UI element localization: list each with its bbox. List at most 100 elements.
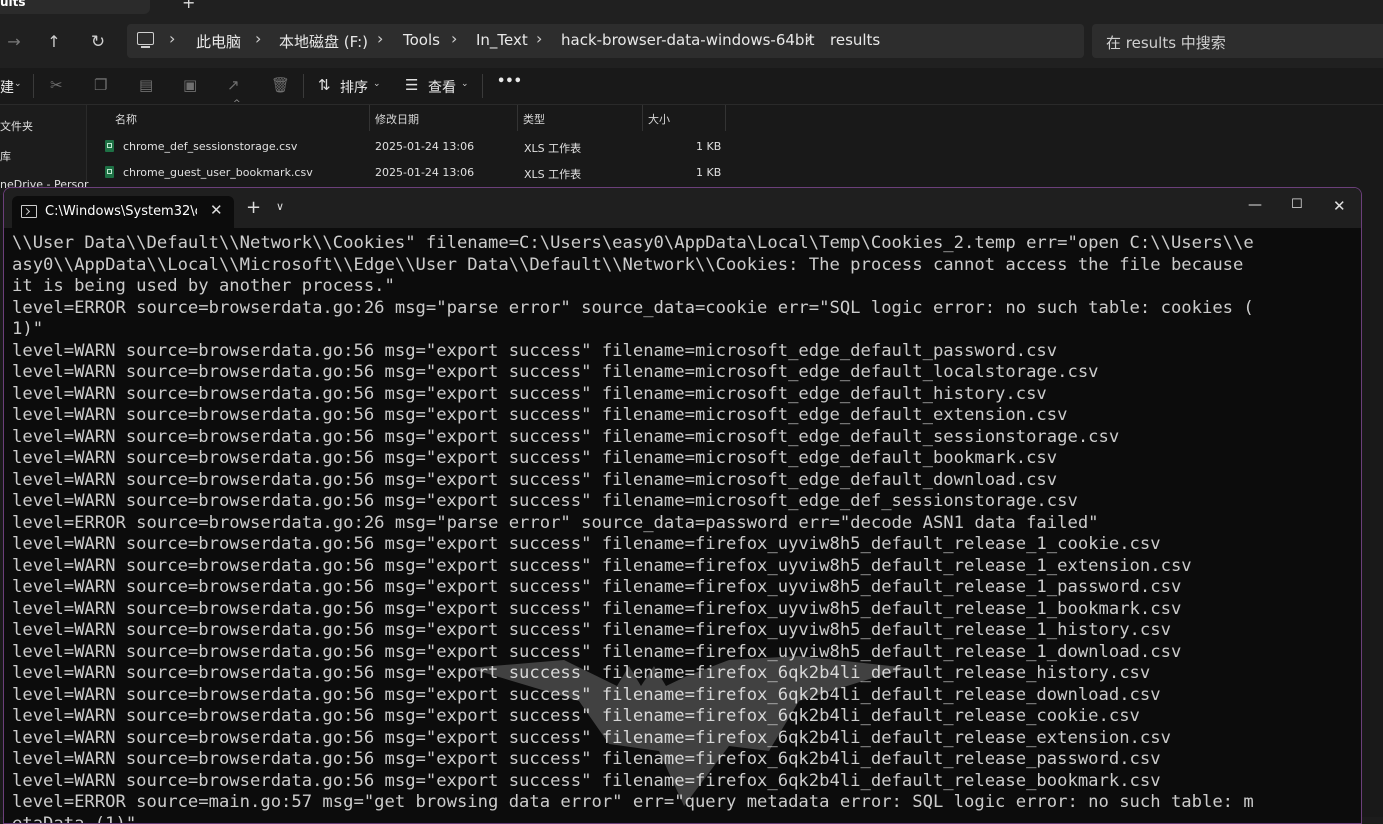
terminal-line: level=WARN source=browserdata.go:56 msg=… (12, 427, 1352, 449)
column-divider[interactable] (725, 105, 726, 131)
sidebar-item-library[interactable]: 库 (0, 148, 11, 164)
chevron-right-icon: › (255, 29, 261, 48)
navigation-pane: 文件夹 库 neDrive - Persor (0, 105, 87, 195)
file-name: chrome_guest_user_bookmark.csv (123, 166, 313, 179)
refresh-icon[interactable]: ↻ (84, 28, 112, 56)
breadcrumb-hack-browser-data[interactable]: hack-browser-data-windows-64bit (561, 31, 815, 49)
breadcrumb-results[interactable]: results (830, 31, 880, 49)
terminal-line: level=WARN source=browserdata.go:56 msg=… (12, 556, 1352, 578)
forward-arrow-icon[interactable]: → (0, 28, 28, 56)
terminal-line: level=WARN source=browserdata.go:56 msg=… (12, 534, 1352, 556)
chevron-down-icon: ⌄ (373, 79, 381, 89)
column-divider[interactable] (642, 105, 643, 131)
terminal-line: level=WARN source=browserdata.go:56 msg=… (12, 362, 1352, 384)
sidebar-item-folders[interactable]: 文件夹 (0, 118, 33, 134)
chevron-right-icon: › (805, 29, 811, 48)
column-header-type[interactable]: 类型 (523, 111, 545, 127)
terminal-tab-title: C:\Windows\System32\cmd.exe (45, 204, 197, 219)
breadcrumb-tools[interactable]: Tools (403, 31, 440, 49)
terminal-line: level=ERROR source=browserdata.go:26 msg… (12, 513, 1352, 535)
file-modified: 2025-01-24 13:06 (375, 166, 474, 179)
column-header-name[interactable]: 名称 (115, 111, 137, 127)
close-tab-icon[interactable]: ✕ (210, 201, 223, 219)
divider (303, 74, 304, 98)
file-list: 名称 ^ 修改日期 类型 大小 chrome_def_sessionstorag… (87, 105, 1383, 195)
terminal-line: level=WARN source=browserdata.go:56 msg=… (12, 405, 1352, 427)
terminal-line: \\User Data\\Default\\Network\\Cookies" … (12, 233, 1352, 255)
spreadsheet-file-icon (105, 166, 114, 178)
view-button[interactable]: 查看 (428, 77, 456, 97)
new-button[interactable]: 建 (0, 77, 14, 97)
terminal-line: it is being used by another process." (12, 276, 1352, 298)
column-header-size[interactable]: 大小 (648, 111, 670, 127)
chevron-down-icon[interactable]: ∨ (276, 200, 284, 213)
terminal-line: level=WARN source=browserdata.go:56 msg=… (12, 728, 1352, 750)
explorer-tab-title: ults (0, 0, 26, 9)
explorer-tab-bar: ults + (0, 0, 1383, 14)
copy-icon[interactable]: ❐ (94, 76, 107, 94)
terminal-line: level=WARN source=browserdata.go:56 msg=… (12, 749, 1352, 771)
divider (33, 74, 34, 98)
terminal-tab[interactable]: C:\Windows\System32\cmd.exe ✕ (12, 196, 234, 228)
file-row[interactable]: chrome_def_sessionstorage.csv 2025-01-24… (87, 134, 1383, 160)
minimize-icon[interactable]: — (1248, 197, 1262, 213)
up-arrow-icon[interactable]: ↑ (40, 28, 68, 56)
chevron-right-icon: › (451, 29, 457, 48)
breadcrumb-in-text[interactable]: In_Text (476, 31, 528, 49)
cut-icon[interactable]: ✂ (50, 76, 63, 94)
terminal-line: level=WARN source=browserdata.go:56 msg=… (12, 685, 1352, 707)
file-modified: 2025-01-24 13:06 (375, 140, 474, 153)
terminal-line: level=WARN source=browserdata.go:56 msg=… (12, 448, 1352, 470)
terminal-line: level=ERROR source=browserdata.go:26 msg… (12, 298, 1352, 320)
file-type: XLS 工作表 (524, 140, 581, 156)
column-divider[interactable] (369, 105, 370, 131)
breadcrumb-this-pc[interactable]: 此电脑 (196, 31, 241, 52)
delete-icon[interactable]: 🗑 (271, 76, 290, 94)
file-name: chrome_def_sessionstorage.csv (123, 140, 297, 153)
terminal-line: 1)" (12, 319, 1352, 341)
terminal-line: level=WARN source=browserdata.go:56 msg=… (12, 491, 1352, 513)
terminal-line: level=WARN source=browserdata.go:56 msg=… (12, 642, 1352, 664)
chevron-down-icon: ⌄ (461, 79, 469, 89)
terminal-line: level=WARN source=browserdata.go:56 msg=… (12, 771, 1352, 793)
paste-icon[interactable]: ▤ (139, 76, 153, 94)
terminal-line: level=ERROR source=main.go:57 msg="get b… (12, 792, 1352, 814)
chevron-right-icon: › (536, 29, 542, 48)
file-type: XLS 工作表 (524, 166, 581, 182)
command-bar: 建 ⌄ ✂ ❐ ▤ ▣ ↗ 🗑 ⇅ 排序 ⌄ ☰ 查看 ⌄ ••• (0, 68, 1383, 105)
search-placeholder: 在 results 中搜索 (1106, 32, 1226, 53)
column-header-modified[interactable]: 修改日期 (375, 111, 419, 127)
breadcrumb-local-disk[interactable]: 本地磁盘 (F:) (279, 31, 368, 52)
column-divider[interactable] (517, 105, 518, 131)
explorer-tab[interactable]: ults (0, 0, 150, 14)
file-size: 1 KB (696, 166, 721, 179)
maximize-icon[interactable]: ☐ (1291, 197, 1303, 212)
terminal-line: level=WARN source=browserdata.go:56 msg=… (12, 663, 1352, 685)
file-row[interactable]: chrome_guest_user_bookmark.csv 2025-01-2… (87, 160, 1383, 186)
sort-icon[interactable]: ⇅ (318, 76, 331, 94)
computer-icon (137, 32, 154, 45)
terminal-window: C:\Windows\System32\cmd.exe ✕ + ∨ — ☐ ✕ … (3, 187, 1362, 824)
new-tab-icon[interactable]: + (246, 197, 261, 218)
terminal-line: level=WARN source=browserdata.go:56 msg=… (12, 599, 1352, 621)
explorer-new-tab-button[interactable]: + (182, 0, 195, 12)
view-icon[interactable]: ☰ (405, 76, 418, 94)
terminal-line: level=WARN source=browserdata.go:56 msg=… (12, 470, 1352, 492)
command-prompt-icon (21, 205, 37, 218)
rename-icon[interactable]: ▣ (183, 76, 197, 94)
chevron-right-icon: › (169, 29, 175, 48)
close-window-icon[interactable]: ✕ (1333, 197, 1346, 215)
explorer-nav-bar: → ↑ ↻ › 此电脑 › 本地磁盘 (F:) › Tools › In_Tex… (0, 14, 1383, 68)
divider (482, 74, 483, 98)
address-bar[interactable]: › 此电脑 › 本地磁盘 (F:) › Tools › In_Text › ha… (127, 24, 1084, 58)
sort-indicator-icon: ^ (233, 99, 241, 109)
share-icon[interactable]: ↗ (227, 76, 240, 94)
terminal-output[interactable]: \\User Data\\Default\\Network\\Cookies" … (12, 233, 1352, 824)
terminal-line: level=WARN source=browserdata.go:56 msg=… (12, 620, 1352, 642)
search-box[interactable]: 在 results 中搜索 (1092, 24, 1383, 58)
spreadsheet-file-icon (105, 140, 114, 152)
sort-button[interactable]: 排序 (340, 77, 368, 97)
more-options-button[interactable]: ••• (497, 74, 522, 89)
terminal-title-bar[interactable]: C:\Windows\System32\cmd.exe ✕ + ∨ — ☐ ✕ (4, 188, 1361, 228)
terminal-line: level=WARN source=browserdata.go:56 msg=… (12, 577, 1352, 599)
